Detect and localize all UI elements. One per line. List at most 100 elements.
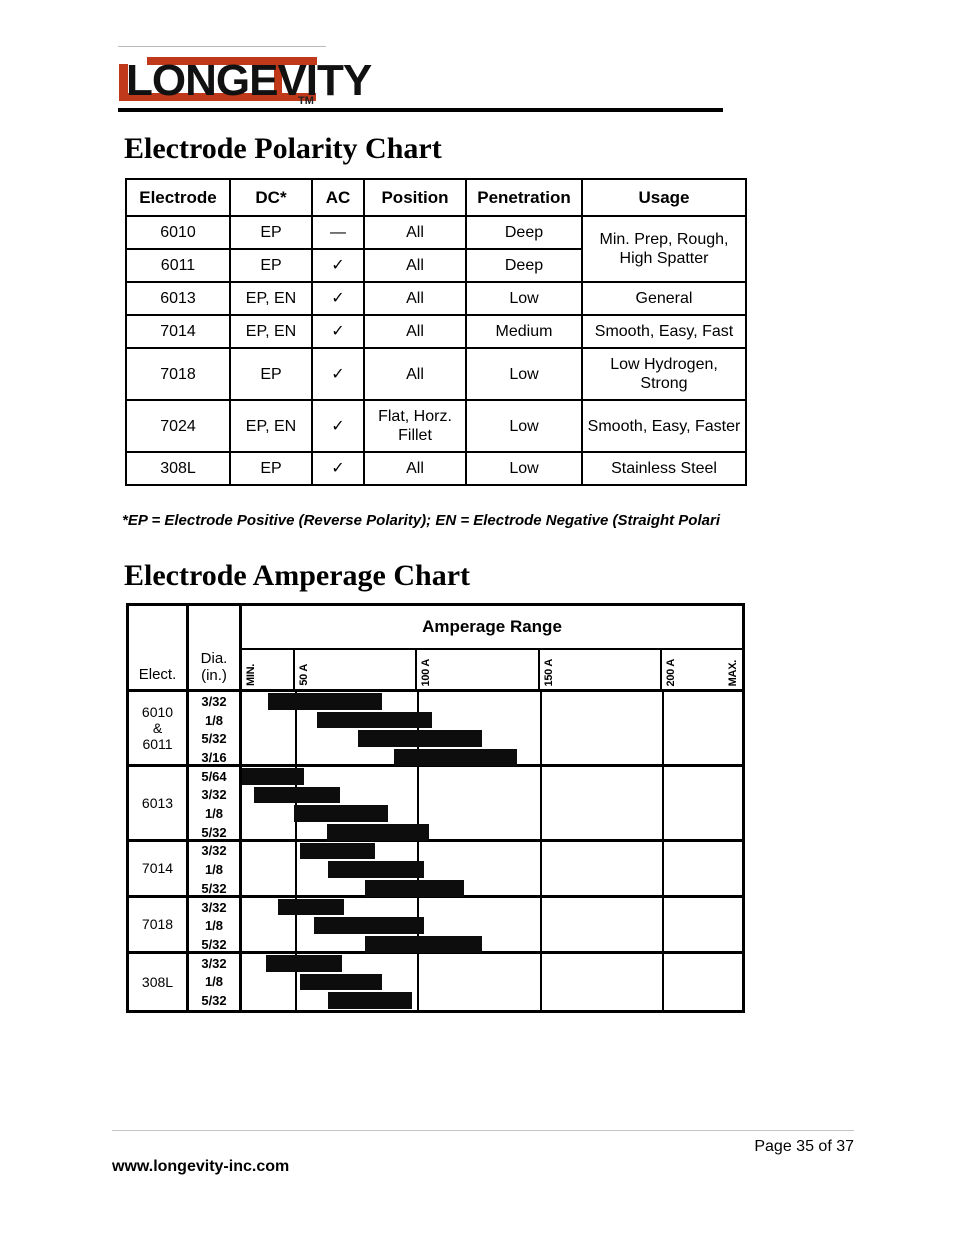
table-row: 7014 EP, EN ✓ All Medium Smooth, Easy, F…	[125, 314, 747, 349]
table-header-row: Electrode DC* AC Position Penetration Us…	[125, 178, 747, 217]
axis-tick-label: 200 A	[665, 658, 677, 686]
cell-penetration: Low	[465, 347, 583, 401]
amperage-chart-body: 6010 & 6011 3/32 1/8 5/32 3/16 6013 5/64 3/32 1/8 5…	[129, 692, 742, 1010]
amperage-gridline	[662, 953, 664, 1010]
amperage-gridline	[540, 897, 542, 951]
axis-tick-label-max: MAX.	[727, 659, 739, 686]
amperage-diameter-column: 3/32 1/8 5/32	[189, 841, 242, 896]
cell-electrode: 6010	[125, 215, 231, 250]
amperage-gridline	[540, 692, 542, 764]
cell-position: All	[363, 215, 467, 250]
electrode-amperage-chart: Elect. Dia. (in.) Amperage Range MIN. 50 …	[126, 603, 745, 1013]
cell-position: All	[363, 248, 467, 283]
amperage-chart-header: Elect. Dia. (in.) Amperage Range MIN. 50 …	[129, 606, 742, 692]
amperage-gridline	[540, 766, 542, 839]
amperage-range-bar	[300, 842, 375, 860]
amperage-electrode-label: 6010 & 6011	[129, 692, 189, 764]
amperage-range-bar	[300, 973, 382, 991]
cell-ac: ✓	[311, 248, 365, 283]
amperage-group-row: 6010 & 6011 3/32 1/8 5/32 3/16	[129, 692, 742, 767]
cell-ac: ✓	[311, 451, 365, 486]
cell-ac: ✓	[311, 314, 365, 349]
cell-ac: ✓	[311, 399, 365, 453]
amperage-range-bar	[268, 693, 382, 710]
amperage-diameter-label: 5/32	[201, 993, 227, 1009]
amperage-bar-plot	[242, 841, 742, 897]
cell-electrode: 7024	[125, 399, 231, 453]
amperage-range-bar	[314, 917, 424, 935]
amperage-axis-ticks: MIN. 50 A 100 A 150 A 200 A MAX.	[242, 650, 742, 692]
amperage-group-row: 7018 3/32 1/8 5/32	[129, 897, 742, 954]
amperage-range-bar	[358, 730, 482, 748]
amperage-electrode-label: 308L	[129, 953, 189, 1010]
amperage-chart-title: Electrode Amperage Chart	[124, 559, 471, 592]
amperage-diameter-column: 3/32 1/8 5/32	[189, 953, 242, 1010]
axis-tick-cell: 100 A	[417, 650, 540, 689]
cell-dc: EP, EN	[229, 314, 313, 349]
footer-website-url: www.longevity-inc.com	[112, 1158, 290, 1175]
cell-usage: Low Hydrogen, Strong	[581, 347, 747, 401]
cell-position: All	[363, 347, 467, 401]
axis-tick-label: 100 A	[420, 658, 432, 686]
amperage-diameter-label: 1/8	[204, 862, 224, 878]
header-divider-rule	[118, 108, 723, 112]
cell-position: All	[363, 281, 467, 316]
amperage-diameter-label: 5/32	[201, 880, 227, 896]
cell-ac: —	[311, 215, 365, 250]
cell-electrode: 7014	[125, 314, 231, 349]
cell-position: All	[363, 451, 467, 486]
amperage-diameter-column: 3/32 1/8 5/32 3/16	[189, 692, 242, 765]
amperage-diameter-label: 3/32	[201, 843, 227, 859]
table-row: 7024 EP, EN ✓ Flat, Horz. Fillet Low Smo…	[125, 399, 747, 453]
amperage-range-bar	[394, 749, 517, 766]
cell-penetration: Medium	[465, 314, 583, 349]
amperage-diameter-label: 1/8	[204, 974, 224, 990]
amperage-gridline	[662, 841, 664, 895]
cell-position: Flat, Horz. Fillet	[363, 399, 467, 453]
amperage-range-bar	[327, 823, 429, 841]
electrode-polarity-table: Electrode DC* AC Position Penetration Us…	[125, 178, 747, 486]
amperage-diameter-label: 5/32	[201, 937, 227, 952]
amperage-gridline	[662, 897, 664, 951]
amperage-range-header: Amperage Range	[242, 606, 742, 650]
amperage-group-row: 308L 3/32 1/8 5/32	[129, 953, 742, 1010]
amperage-gridline	[540, 953, 542, 1010]
cell-usage: General	[581, 281, 747, 316]
amperage-electrode-label: 7014	[129, 841, 189, 895]
amperage-diameter-label: 1/8	[204, 712, 224, 728]
longevity-logo: LONGEVITY TM	[118, 46, 372, 107]
amperage-group-row: 7014 3/32 1/8 5/32	[129, 841, 742, 898]
cell-ac: ✓	[311, 347, 365, 401]
amperage-bar-plot	[242, 897, 742, 953]
table-row: 6010 EP — All Deep Min. Prep, Rough, Hig…	[125, 215, 747, 283]
col-header-electrode: Electrode	[125, 178, 231, 217]
amperage-range-bar	[266, 954, 342, 972]
cell-electrode: 6011	[125, 248, 231, 283]
amperage-diameter-label: 5/32	[201, 731, 227, 747]
polarity-chart-title: Electrode Polarity Chart	[124, 132, 442, 165]
cell-usage: Smooth, Easy, Fast	[581, 314, 747, 349]
amperage-diameter-label: 1/8	[204, 806, 224, 822]
cell-penetration: Low	[465, 281, 583, 316]
axis-tick-cell: 150 A	[540, 650, 662, 689]
cell-dc: EP	[229, 347, 313, 401]
amperage-gridline	[295, 841, 297, 895]
trademark-symbol: TM	[298, 95, 314, 107]
cell-electrode: 308L	[125, 451, 231, 486]
table-row: 6013 EP, EN ✓ All Low General	[125, 281, 747, 316]
cell-ac: ✓	[311, 281, 365, 316]
col-header-dia-line1: Dia.	[200, 650, 228, 667]
amperage-range-bar	[365, 880, 464, 897]
col-header-dia: Dia. (in.)	[189, 606, 242, 692]
amperage-range-bar	[254, 786, 340, 804]
cell-dc: EP	[229, 248, 313, 283]
amperage-range-bar	[242, 767, 304, 785]
axis-tick-cell: 50 A	[295, 650, 417, 689]
amperage-electrode-label: 6013	[129, 766, 189, 839]
cell-dc: EP	[229, 215, 313, 250]
amperage-diameter-label: 5/64	[201, 768, 227, 784]
cell-usage: Smooth, Easy, Faster	[581, 399, 747, 453]
cell-dc: EP, EN	[229, 281, 313, 316]
cell-penetration: Deep	[465, 215, 583, 250]
cell-position: All	[363, 314, 467, 349]
